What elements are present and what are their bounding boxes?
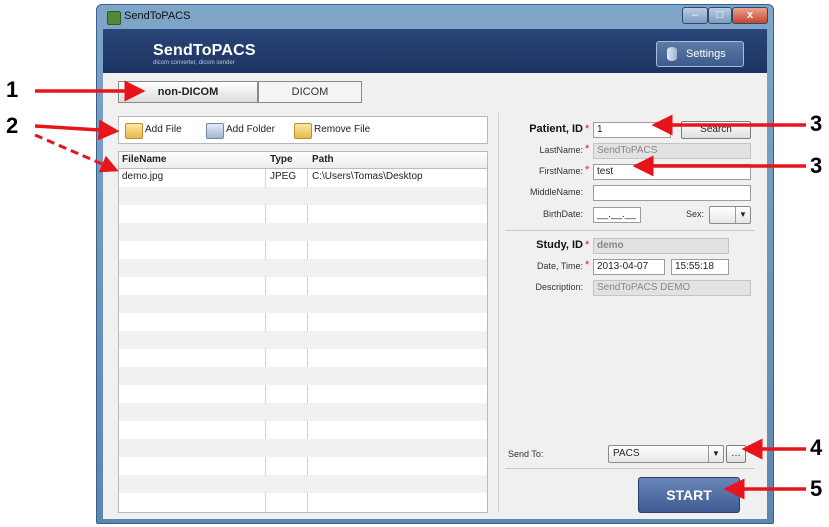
arrow-2	[34, 119, 120, 141]
annotation-number-4: 4	[810, 435, 823, 460]
annotation-number-3: 3	[810, 111, 823, 136]
annotation-number-2: 2	[6, 113, 19, 138]
annotation-number-5: 5	[810, 476, 823, 501]
annotation-number-1: 1	[6, 77, 19, 102]
arrow-2-dashed	[34, 133, 119, 173]
annotation-arrows	[34, 80, 806, 500]
annotation-number-3: 3	[810, 153, 823, 178]
